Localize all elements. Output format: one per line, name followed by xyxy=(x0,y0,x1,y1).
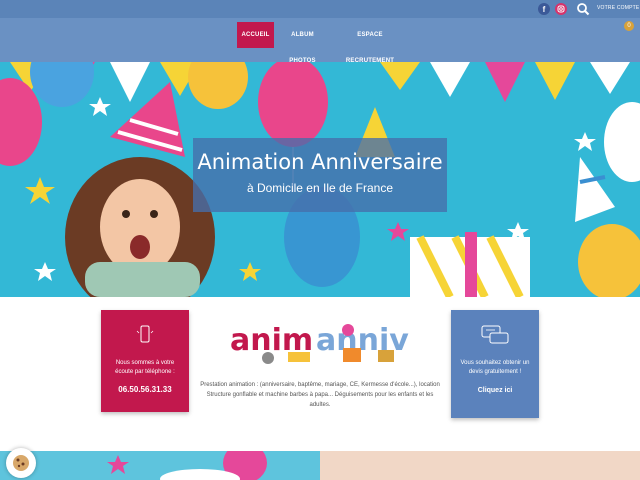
anim-anniv-logo: anim anniv xyxy=(228,310,418,370)
cart-badge[interactable]: 0 xyxy=(624,21,634,31)
quote-text: Vous souhaitez obtenir un devis gratuite… xyxy=(460,360,530,375)
service-description: Prestation animation : (anniversaire, ba… xyxy=(200,382,440,408)
smartphone-icon xyxy=(101,324,189,351)
nav-item-accueil[interactable]: ACCUEIL xyxy=(237,22,274,48)
chat-bubbles-icon xyxy=(451,324,539,351)
phone-number[interactable]: 06.50.56.31.33 xyxy=(101,385,189,394)
search-icon[interactable] xyxy=(576,2,590,16)
hero-subtitle: à Domicile en Ile de France xyxy=(246,181,394,195)
bottom-banner xyxy=(0,443,640,480)
facebook-icon[interactable]: f xyxy=(538,3,550,15)
quote-cta-link[interactable]: Cliquez ici xyxy=(451,387,539,394)
svg-text:anniv: anniv xyxy=(316,323,409,358)
account-link[interactable]: VOTRE COMPTE xyxy=(597,5,639,11)
quote-card[interactable]: Vous souhaitez obtenir un devis gratuite… xyxy=(451,310,539,418)
top-bar: f VOTRE COMPTE xyxy=(0,0,640,18)
cookie-settings-button[interactable] xyxy=(6,448,36,478)
hero-banner: Animation Anniversaire à Domicile en Ile… xyxy=(0,62,640,297)
page: f VOTRE COMPTE ACCUEIL ALBUM PHOTOS ESPA… xyxy=(0,0,640,480)
nav-item-espace-recrutement[interactable]: ESPACE RECRUTEMENT xyxy=(335,22,405,64)
nav-item-album-photos[interactable]: ALBUM PHOTOS xyxy=(279,22,326,64)
cookie-icon xyxy=(13,455,29,471)
phone-contact-card[interactable]: Nous sommes à votre écoute par téléphone… xyxy=(101,310,189,412)
hero-title-box: Animation Anniversaire à Domicile en Ile… xyxy=(193,138,447,212)
instagram-icon[interactable] xyxy=(555,3,567,15)
hero-title: Animation Anniversaire xyxy=(197,150,443,174)
main-nav: ACCUEIL ALBUM PHOTOS ESPACE RECRUTEMENT … xyxy=(0,18,640,64)
contact-text: Nous sommes à votre écoute par téléphone… xyxy=(115,360,175,375)
